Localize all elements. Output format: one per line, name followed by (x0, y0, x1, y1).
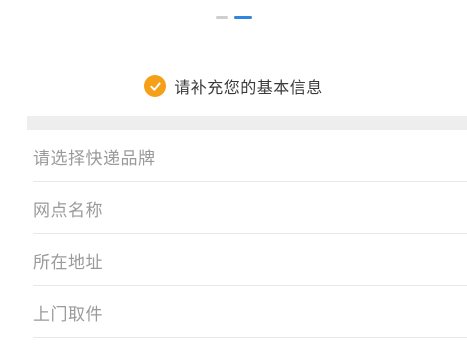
express-brand-placeholder: 请选择快递品牌 (33, 148, 156, 169)
section-divider (27, 116, 467, 130)
step-indicator-2-active (233, 16, 252, 19)
step-indicator-1 (215, 16, 228, 19)
door-pickup-placeholder: 上门取件 (33, 304, 103, 325)
info-notice: 请补充您的基本信息 (0, 74, 467, 98)
express-brand-select[interactable]: 请选择快递品牌 (0, 130, 467, 182)
address-placeholder: 所在地址 (33, 252, 103, 273)
info-form: 请选择快递品牌 网点名称 所在地址 上门取件 (0, 130, 467, 338)
outlet-name-placeholder: 网点名称 (33, 200, 103, 221)
notice-text: 请补充您的基本信息 (174, 78, 323, 97)
check-circle-icon (144, 75, 167, 97)
outlet-name-field[interactable]: 网点名称 (0, 182, 467, 234)
address-field[interactable]: 所在地址 (0, 234, 467, 286)
register-info-page: 请补充您的基本信息 请选择快递品牌 网点名称 所在地址 上门取件 (0, 0, 467, 354)
step-indicator (0, 16, 467, 19)
door-pickup-field[interactable]: 上门取件 (0, 286, 467, 338)
